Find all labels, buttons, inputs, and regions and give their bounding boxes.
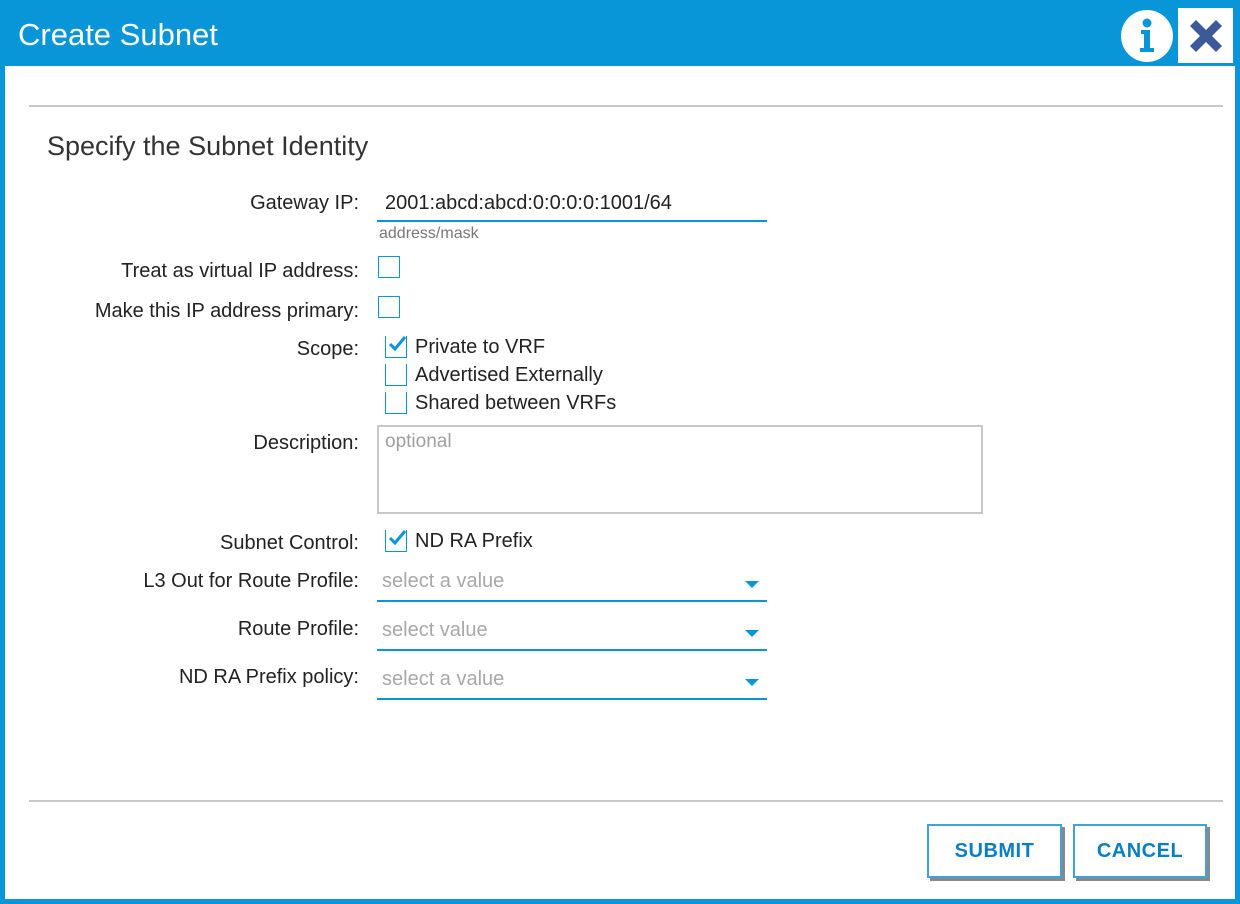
scope-advertised-label: Advertised Externally bbox=[415, 364, 603, 386]
subnet-control-label: Subnet Control: bbox=[220, 532, 359, 554]
scope-advertised-checkbox[interactable] bbox=[385, 364, 407, 386]
nd-ra-prefix-policy-label: ND RA Prefix policy: bbox=[178, 666, 359, 688]
top-divider bbox=[29, 105, 1223, 107]
description-label: Description: bbox=[253, 432, 359, 454]
gateway-ip-input[interactable] bbox=[377, 186, 767, 222]
chevron-down-icon bbox=[745, 679, 759, 686]
close-icon bbox=[1189, 19, 1222, 52]
close-button[interactable] bbox=[1178, 8, 1233, 63]
scope-shared-checkbox[interactable] bbox=[385, 392, 407, 414]
dialog-titlebar: Create Subnet bbox=[5, 0, 1240, 66]
description-textarea[interactable] bbox=[377, 425, 983, 514]
l3out-route-profile-value: select a value bbox=[382, 570, 505, 592]
primary-ip-label: Make this IP address primary: bbox=[94, 300, 359, 322]
chevron-down-icon bbox=[745, 630, 759, 637]
info-icon bbox=[1122, 11, 1172, 61]
gateway-ip-label: Gateway IP: bbox=[250, 192, 359, 214]
scope-private-checkbox[interactable] bbox=[385, 336, 407, 358]
dialog-title: Create Subnet bbox=[18, 17, 218, 52]
check-icon bbox=[388, 336, 407, 352]
scope-label: Scope: bbox=[296, 338, 359, 360]
scope-shared-label: Shared between VRFs bbox=[415, 392, 617, 414]
gateway-ip-hint: address/mask bbox=[379, 225, 479, 242]
scope-private-label: Private to VRF bbox=[415, 336, 546, 358]
create-subnet-dialog: Create Subnet Specify the Subnet Identit… bbox=[0, 0, 1240, 904]
bottom-divider bbox=[29, 800, 1223, 802]
l3out-route-profile-label: L3 Out for Route Profile: bbox=[143, 570, 359, 592]
route-profile-select[interactable]: select value bbox=[377, 613, 767, 651]
submit-button[interactable]: SUBMIT bbox=[927, 824, 1062, 878]
nd-ra-prefix-checkbox[interactable] bbox=[385, 530, 407, 552]
nd-ra-prefix-policy-select[interactable]: select a value bbox=[377, 662, 767, 700]
nd-ra-prefix-policy-value: select a value bbox=[382, 668, 505, 690]
l3out-route-profile-select[interactable]: select a value bbox=[377, 564, 767, 602]
route-profile-value: select value bbox=[382, 619, 488, 641]
virtual-ip-label: Treat as virtual IP address: bbox=[121, 260, 359, 282]
cancel-button[interactable]: CANCEL bbox=[1073, 824, 1207, 878]
primary-ip-checkbox[interactable] bbox=[378, 296, 400, 318]
nd-ra-prefix-label: ND RA Prefix bbox=[415, 530, 533, 552]
section-title: Specify the Subnet Identity bbox=[47, 131, 369, 161]
chevron-down-icon bbox=[745, 581, 759, 588]
route-profile-label: Route Profile: bbox=[237, 618, 359, 640]
info-button[interactable] bbox=[1121, 10, 1173, 62]
virtual-ip-checkbox[interactable] bbox=[378, 256, 400, 278]
check-icon bbox=[388, 530, 407, 546]
